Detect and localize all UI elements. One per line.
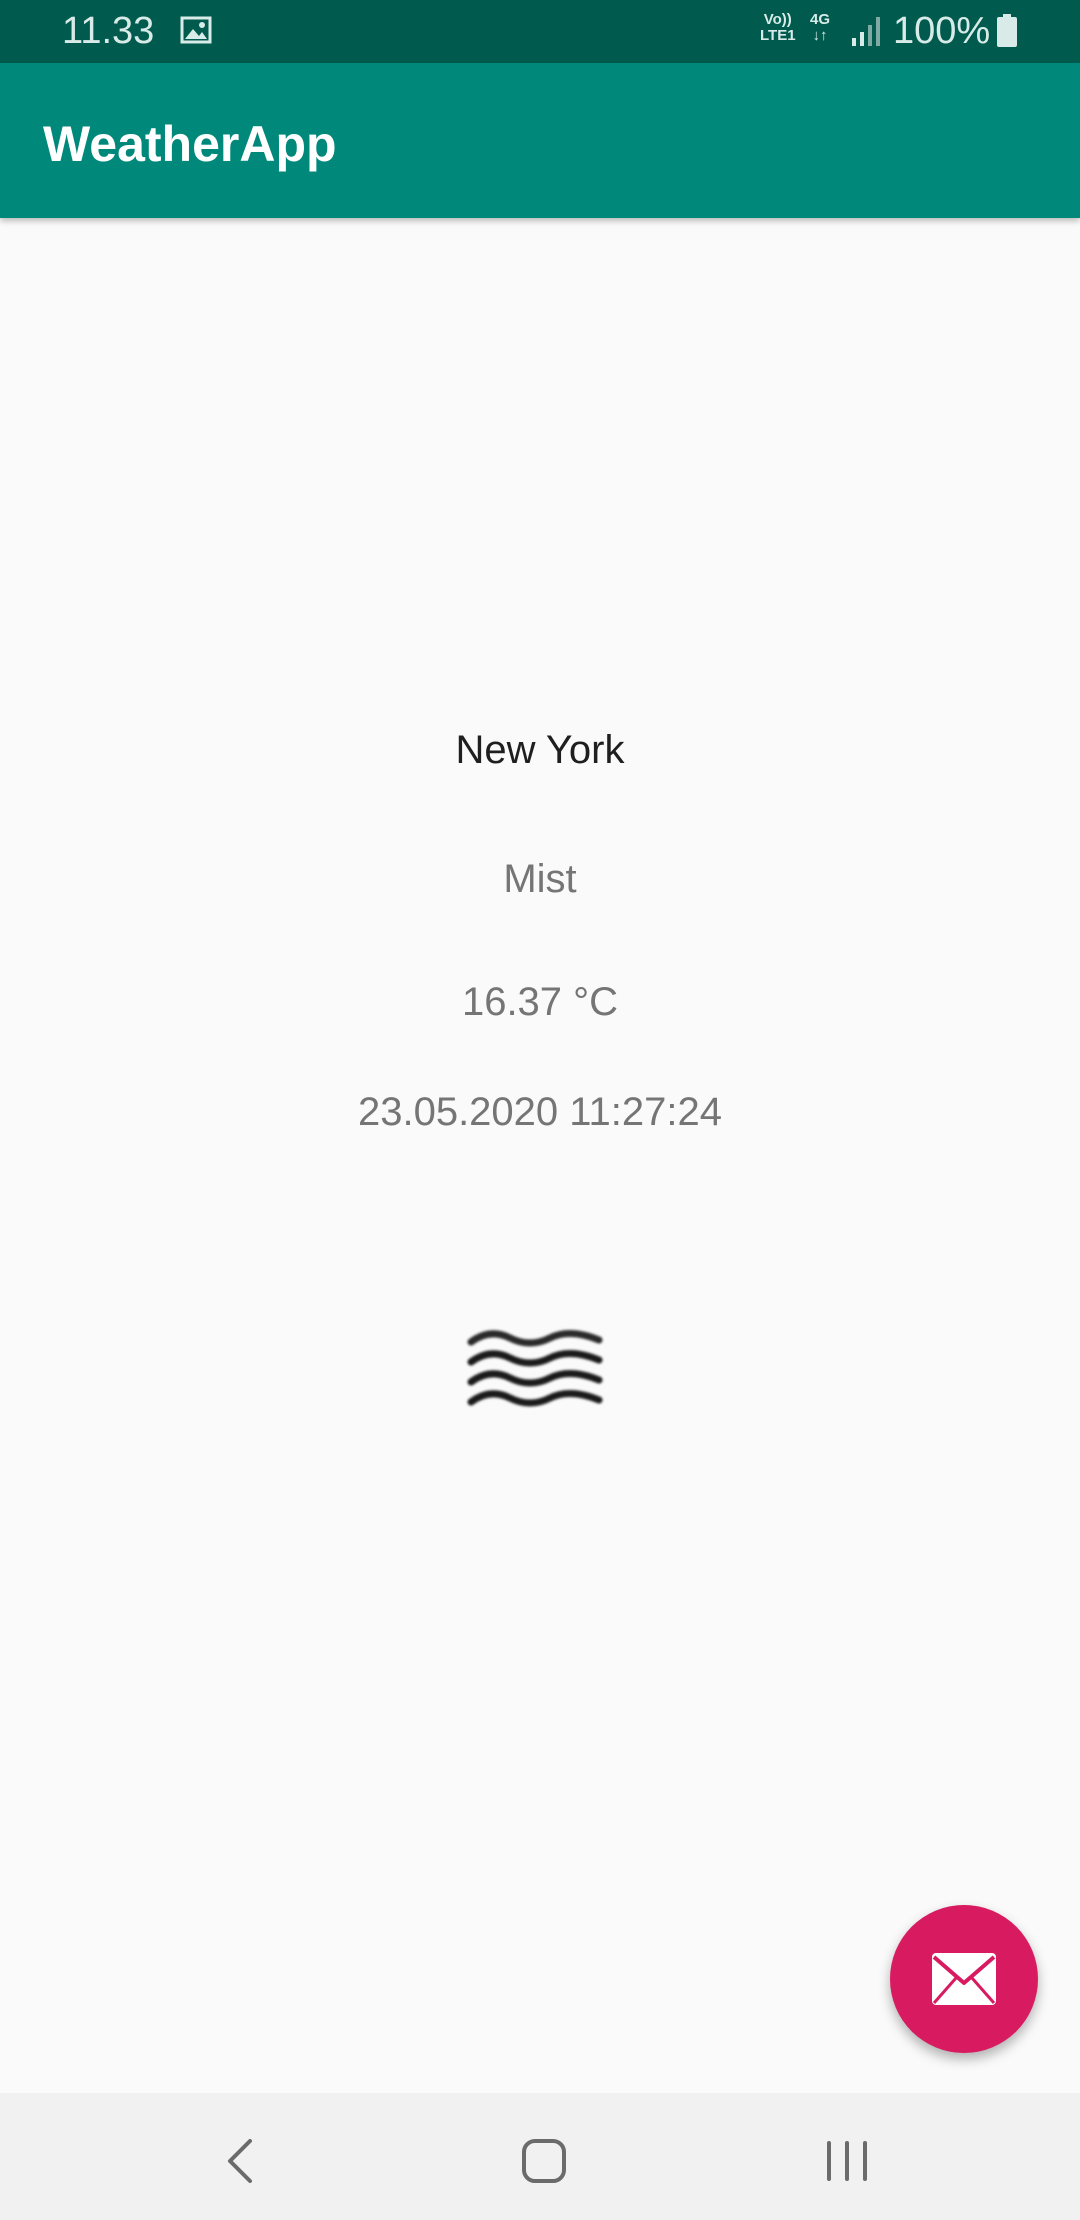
home-icon[interactable] bbox=[514, 2131, 574, 2191]
navigation-bar bbox=[0, 2093, 1080, 2220]
mist-icon bbox=[467, 1330, 603, 1407]
battery-icon bbox=[997, 14, 1017, 47]
volte-line1: Vo)) bbox=[763, 11, 792, 28]
screen: 11.33 Vo)) LTE1 4G ↓↑ 100% WeatherApp Ne… bbox=[0, 0, 1080, 2220]
app-title: WeatherApp bbox=[43, 116, 337, 172]
gallery-icon bbox=[180, 16, 212, 44]
volte-line2: LTE1 bbox=[760, 27, 796, 44]
city-name: New York bbox=[455, 728, 625, 772]
mail-fab-button[interactable] bbox=[890, 1905, 1038, 2053]
signal-icon bbox=[852, 17, 880, 46]
mail-icon bbox=[932, 1953, 996, 2005]
recent-apps-icon[interactable] bbox=[817, 2131, 877, 2191]
status-bar: 11.33 Vo)) LTE1 4G ↓↑ 100% bbox=[0, 0, 1080, 63]
weather-description: Mist bbox=[503, 857, 577, 901]
network-type: 4G bbox=[810, 11, 831, 28]
volte-indicator: Vo)) LTE1 bbox=[760, 12, 796, 44]
network-indicator: 4G ↓↑ bbox=[810, 12, 830, 44]
timestamp: 23.05.2020 11:27:24 bbox=[357, 1090, 723, 1134]
network-arrows: ↓↑ bbox=[812, 27, 828, 44]
status-time: 11.33 bbox=[62, 10, 155, 52]
battery-percent: 100% bbox=[893, 10, 991, 52]
back-icon[interactable] bbox=[212, 2131, 272, 2191]
temperature: 16.37 °C bbox=[461, 980, 619, 1024]
app-bar: WeatherApp bbox=[0, 63, 1080, 218]
